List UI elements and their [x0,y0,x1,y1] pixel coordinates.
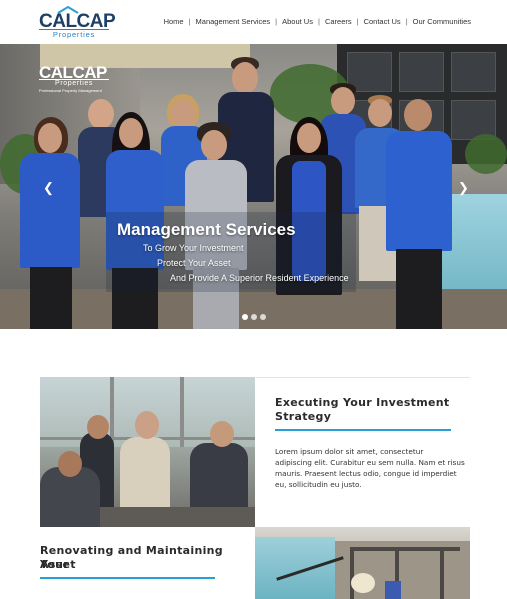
nav-separator: | [317,17,320,26]
pool-photo [255,527,470,599]
hero-line-2: Protect Your Asset [157,258,231,268]
meeting-photo [40,377,255,527]
nav-home[interactable]: Home [164,17,184,26]
main-nav: Home | Management Services | About Us | … [164,17,471,26]
strategy-body-line-1: Lorem ipsum dolor sit amet, consectetur [275,447,424,456]
slider-pagination [242,314,266,320]
nav-separator: | [356,17,359,26]
strategy-title-line-1: Executing Your Investment [275,396,450,409]
slider-dot-1[interactable] [242,314,248,320]
nav-careers[interactable]: Careers [325,17,352,26]
calcap-logo[interactable]: CALCAP Properties [39,6,116,39]
hero-background-plant [465,134,507,174]
chevron-right-icon[interactable]: ❯ [458,181,469,194]
renovating-title-line-2: Asset [40,558,76,571]
nav-separator: | [405,17,408,26]
strategy-title-underline [275,429,451,431]
renovating-title-underline [40,577,215,579]
strategy-body-line-4: eu, sollicitudin eu justo. [275,480,362,489]
hero-logo-tagline: Professional Property Management [39,88,102,93]
nav-our-communities[interactable]: Our Communities [413,17,471,26]
chevron-left-icon[interactable]: ❮ [43,181,54,194]
strategy-title-line-2: Strategy [275,410,332,423]
logo-subtitle: Properties [39,29,109,39]
hero-slider: CALCAP Properties Professional Property … [0,44,507,329]
site-header: CALCAP Properties Home | Management Serv… [0,0,507,44]
slider-dot-3[interactable] [260,314,266,320]
slider-dot-2[interactable] [251,314,257,320]
hero-logo-subtitle: Properties [39,79,109,88]
hero-line-3: And Provide A Superior Resident Experien… [170,273,349,283]
strategy-body-line-2: adipiscing elit. Curabitur eu sem nulla.… [275,458,465,467]
renovating-card: Renovating and Maintaining Your Asset [40,527,255,599]
nav-separator: | [275,17,278,26]
hero-line-1: To Grow Your Investment [143,243,244,253]
strategy-card: Executing Your Investment Strategy Lorem… [256,377,470,527]
hero-logo-overlay: CALCAP Properties Professional Property … [39,58,109,93]
hero-title: Management Services [117,220,296,239]
nav-separator: | [188,17,191,26]
nav-about-us[interactable]: About Us [282,17,313,26]
nav-management-services[interactable]: Management Services [196,17,271,26]
nav-contact-us[interactable]: Contact Us [364,17,401,26]
strategy-body-line-3: mauris. Praesent lectus odio, congue id … [275,469,457,478]
